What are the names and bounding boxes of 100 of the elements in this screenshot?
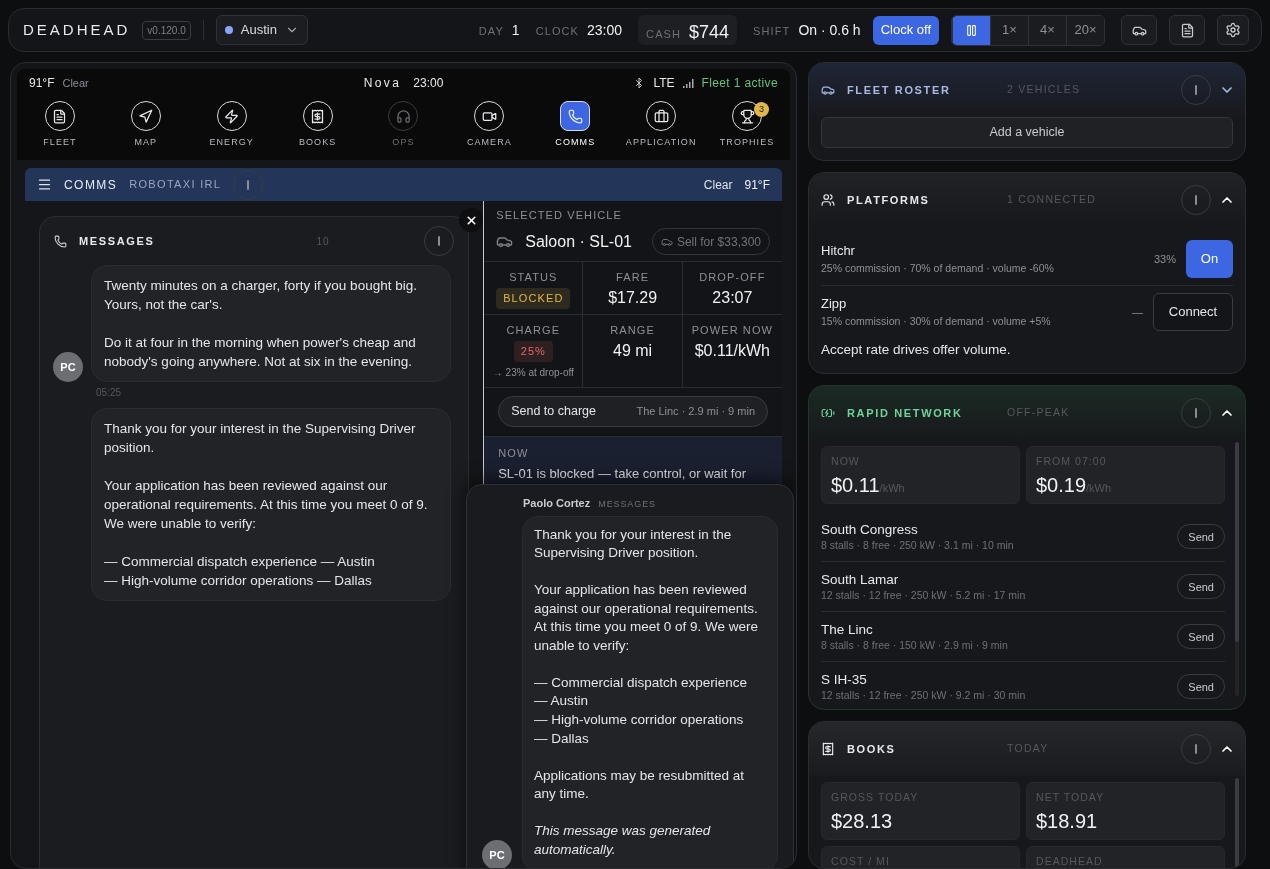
receipt-icon: [821, 742, 835, 757]
message-text: — Commercial dispatch experience — Austin — High-volume corridor operations — Dallas: [104, 553, 376, 590]
settings-button[interactable]: [1217, 15, 1249, 45]
now-label: NOW: [498, 445, 530, 461]
message-text: Thank you for your interest in the Supervising Driver position.: [534, 525, 733, 563]
now-text: SL-01 is blocked — take control, or wait for: [498, 465, 748, 483]
platform-name: Hitchr: [821, 242, 856, 261]
tile-value: $18.91: [1036, 809, 1099, 834]
stat-label: FARE: [616, 269, 650, 285]
phone-icon: [567, 108, 583, 124]
weather-text: Clear: [62, 76, 89, 91]
panel-meta: TODAY: [1007, 741, 1049, 757]
car-icon: [821, 83, 835, 97]
station-detail: 8 stalls · 8 free · 250 kW · 3.1 mi · 10 min: [821, 537, 1015, 553]
stat-value: 23:00: [587, 20, 623, 40]
stat-value: 1: [511, 20, 520, 40]
panel-heading: SELECTED VEHICLE: [496, 208, 623, 223]
nav-tab[interactable]: BOOKS: [274, 101, 361, 155]
station-name: South Congress: [821, 520, 919, 538]
card-title: MESSAGES: [79, 233, 155, 249]
stat-label: DAY: [478, 23, 504, 39]
nav-tab[interactable]: CAMERA: [446, 101, 533, 155]
menu-icon: [37, 177, 52, 192]
weather-text: Clear: [703, 176, 733, 194]
info-icon: [438, 236, 441, 246]
stat-note: → 23% at drop-off: [492, 365, 574, 380]
panel-title: BOOKS: [847, 742, 897, 757]
message-text: — Commercial dispatch experience — Austin — High-volume corridor operations — Dallas: [534, 673, 749, 748]
sender-tag: MESSAGES: [598, 498, 656, 512]
nav-tab[interactable]: TROPHIES 3: [704, 101, 790, 155]
document-icon: [52, 108, 68, 124]
message-time: 05:25: [96, 386, 123, 400]
stat-label: SHIFT: [753, 23, 791, 39]
city-dropdown[interactable]: Austin: [215, 15, 308, 45]
toggle-button[interactable]: On: [1186, 240, 1233, 278]
message-text: Your application has been reviewed against our operational requirements. At this time you meet 0 of 9. We were unable to verify:: [534, 580, 760, 655]
sender-name: Paolo Cortez: [523, 496, 591, 511]
panel-title: FLEET ROSTER: [847, 82, 952, 98]
connect-button[interactable]: Connect: [1153, 293, 1233, 331]
notification-badge: 3: [754, 102, 770, 117]
station-name: The Linc: [821, 620, 874, 638]
vehicle-name: Saloon · SL-01: [525, 231, 632, 252]
nav-tab[interactable]: MAP: [102, 101, 189, 155]
pause-icon: [965, 23, 978, 37]
time-text: 23:00: [413, 75, 444, 92]
station-name: S IH-35: [821, 670, 868, 688]
platform-detail: 25% commission · 70% of demand · volume -60%: [821, 260, 1055, 276]
message-text: Thank you for your interest in the Supervising Driver position.: [104, 420, 417, 457]
platform-name: Zipp: [821, 295, 848, 314]
stat-value: 23:07: [712, 288, 753, 308]
station-detail: 12 stalls · 12 free · 250 kW · 5.2 mi · 17 min: [821, 587, 1027, 603]
network-text: LTE: [653, 75, 675, 92]
stat-value: $0.11/kWh: [694, 341, 770, 361]
carrier-text: Nova: [363, 75, 402, 92]
platform-share: —: [1132, 304, 1143, 320]
avatar: PC: [53, 352, 83, 382]
nav-tab[interactable]: COMMS: [532, 101, 619, 155]
users-icon: [821, 193, 835, 207]
send-to-charge-button[interactable]: Send to charge The Linc · 2.9 mi · 9 min: [498, 395, 768, 427]
speed-button[interactable]: 20×: [1066, 15, 1104, 45]
temperature-text: 91°F: [29, 75, 55, 92]
footnote-text: This message was generated automatically.: [534, 821, 712, 859]
avatar: PC: [482, 840, 512, 868]
nav-tab[interactable]: FLEET: [17, 101, 103, 155]
version-label: v0.120.0: [142, 20, 191, 40]
lightning-icon: [224, 108, 240, 124]
message-text: Applications may be resubmitted at any time.: [534, 766, 746, 804]
navigation-arrow-icon: [138, 108, 154, 124]
vehicle-button[interactable]: [1121, 15, 1157, 45]
speed-button[interactable]: 4×: [1028, 15, 1066, 45]
stat-value: On · 0.6 h: [798, 20, 861, 40]
info-icon: [247, 179, 250, 190]
panel-title: RAPID NETWORK: [847, 406, 964, 421]
status-badge: 25%: [513, 341, 553, 362]
pause-button[interactable]: [952, 15, 990, 45]
stat-value: 49 mi: [613, 341, 653, 361]
station-detail: 12 stalls · 12 free · 250 kW · 9.2 mi · 30 min: [821, 687, 1027, 703]
stat-label: CHARGE: [506, 322, 561, 338]
platform-share: 33%: [1153, 251, 1176, 267]
message-count: 10: [316, 234, 330, 249]
notes-button[interactable]: [1169, 15, 1205, 45]
nav-tab[interactable]: APPLICATION: [618, 101, 705, 155]
section-title: COMMS: [64, 176, 118, 194]
stat-label: CASH: [646, 27, 682, 42]
add-vehicle-button[interactable]: Add a vehicle: [821, 117, 1233, 148]
stat-label: STATUS: [509, 269, 558, 285]
nav-tab[interactable]: ENERGY: [188, 101, 275, 155]
status-badge: BLOCKED: [496, 288, 571, 309]
tile-value: $28.13: [831, 809, 894, 834]
close-button[interactable]: [459, 208, 484, 232]
signal-icon: [682, 78, 694, 88]
panel-meta: OFF-PEAK: [1007, 405, 1070, 421]
stat-label: RANGE: [610, 322, 655, 338]
panel-title: PLATFORMS: [847, 192, 931, 208]
station-detail: 8 stalls · 8 free · 150 kW · 2.9 mi · 9 min: [821, 637, 1009, 653]
clock-off-button[interactable]: Clock off: [872, 15, 939, 45]
app-title: DEADHEAD: [23, 19, 131, 40]
speed-button[interactable]: 1×: [990, 15, 1028, 45]
temperature-text: 91°F: [744, 176, 770, 194]
receipt-icon: [310, 108, 326, 124]
